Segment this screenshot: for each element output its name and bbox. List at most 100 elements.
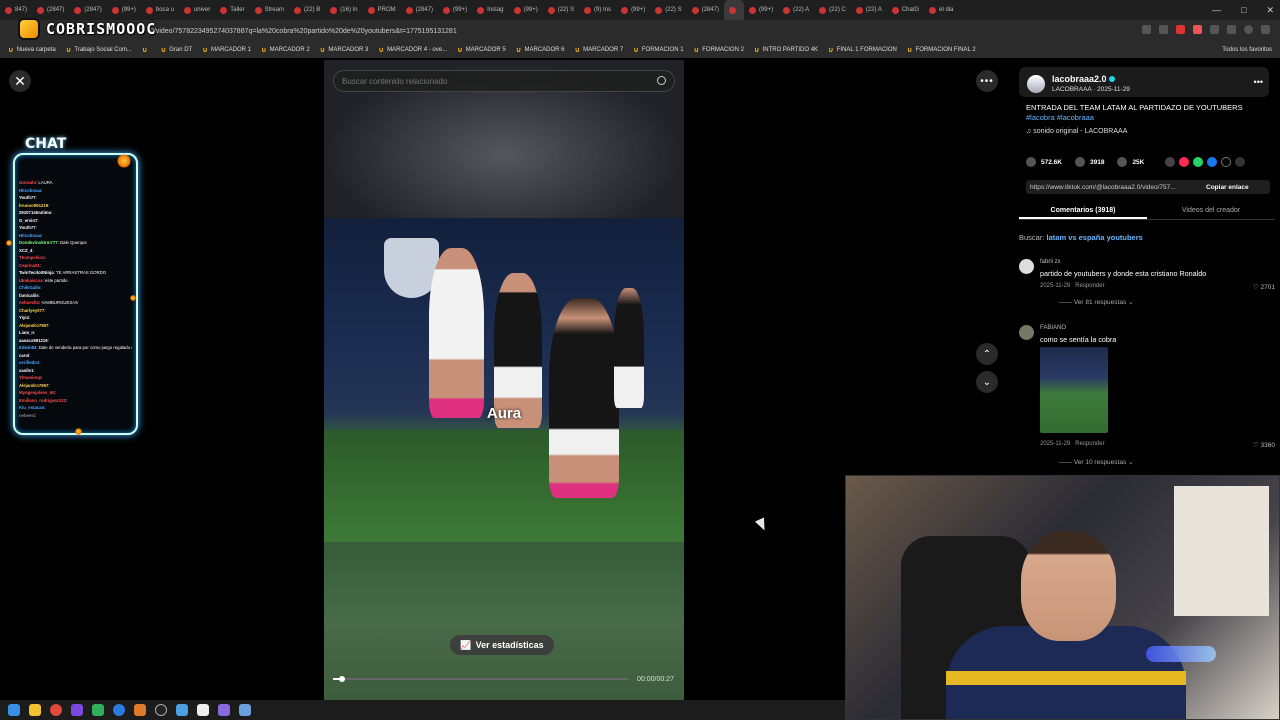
browser-tab[interactable]: (22) S: [543, 0, 579, 20]
app-icon[interactable]: [176, 704, 188, 716]
more-options-button[interactable]: •••: [976, 70, 998, 92]
reply-button[interactable]: Responder: [1075, 283, 1104, 289]
comment-icon[interactable]: [1074, 157, 1085, 167]
search-suggestion-link[interactable]: latam vs españa youtubers: [1047, 233, 1143, 242]
comment-likes[interactable]: ♡ 2701: [1253, 283, 1275, 291]
bookmark-item[interactable]: ∪ MARCADOR 6: [516, 46, 565, 54]
app-icon[interactable]: [113, 704, 125, 716]
download-icon[interactable]: [1227, 25, 1236, 34]
browser-tab[interactable]: (99+): [744, 0, 778, 20]
all-bookmarks[interactable]: Todos los favoritos: [1222, 47, 1272, 53]
window-close-icon[interactable]: ✕: [1266, 5, 1274, 16]
browser-tab[interactable]: el dia: [924, 0, 958, 20]
next-video-button[interactable]: ⌄: [976, 371, 998, 393]
view-stats-button[interactable]: 📈 Ver estadísticas: [450, 635, 554, 655]
browser-tab[interactable]: (22) A: [851, 0, 887, 20]
author-name[interactable]: lacobraaa2.0: [1052, 74, 1107, 84]
bookmark-item[interactable]: ∪ INTRO PARTIDO 4K: [754, 46, 818, 54]
browser-tab[interactable]: (16) In: [325, 0, 362, 20]
browser-tab[interactable]: (22) B: [289, 0, 325, 20]
bookmark-item[interactable]: ∪ FINAL 1 FORMACION: [828, 46, 897, 54]
comment-image[interactable]: [1040, 347, 1108, 433]
previous-video-button[interactable]: ⌃: [976, 343, 998, 365]
bookmark-icon[interactable]: [1117, 157, 1128, 167]
windows-start-icon[interactable]: [8, 704, 20, 716]
author-card[interactable]: lacobraaa2.0 LACOBRAAA · 2025-11-29 •••: [1019, 67, 1269, 97]
post-link[interactable]: https://www.tiktok.com/@lacobraaa2.0/vid…: [1026, 184, 1198, 191]
comment-user[interactable]: fabrii zx: [1040, 259, 1061, 265]
bookmark-item[interactable]: ∪ Nueva carpeta: [8, 46, 56, 54]
share-tiktok-icon[interactable]: [1179, 157, 1190, 167]
whatsapp-icon[interactable]: [1193, 157, 1204, 167]
browser-tab[interactable]: (2847): [401, 0, 438, 20]
tab-comments[interactable]: Comentarios (3918): [1019, 204, 1147, 219]
author-avatar[interactable]: [1027, 75, 1045, 93]
browser-tab[interactable]: 847): [0, 0, 32, 20]
extension-icon[interactable]: [1193, 25, 1202, 34]
browser-tab[interactable]: univer: [179, 0, 215, 20]
browser-tab[interactable]: (2847): [32, 0, 69, 20]
app-icon[interactable]: [218, 704, 230, 716]
browser-tab[interactable]: Taller: [215, 0, 249, 20]
facebook-icon[interactable]: [1207, 157, 1218, 167]
bookmark-item[interactable]: ∪ MARCADOR 7: [574, 46, 623, 54]
browser-tab[interactable]: (22) C: [814, 0, 851, 20]
browser-tab[interactable]: boca u: [141, 0, 179, 20]
embed-icon[interactable]: [1165, 157, 1176, 167]
address-bar[interactable]: 0/video/7578223495274037887q=la%20cobra%…: [0, 20, 1280, 42]
bookmark-item[interactable]: ∪: [142, 46, 151, 54]
comment-likes[interactable]: ♡ 3360: [1253, 441, 1275, 449]
bookmark-item[interactable]: ∪ FORMACION 2: [694, 46, 744, 54]
comment-avatar[interactable]: [1019, 259, 1034, 274]
browser-tab[interactable]: PROM: [363, 0, 401, 20]
close-button[interactable]: ✕: [9, 70, 31, 92]
maximize-icon[interactable]: □: [1241, 5, 1246, 15]
video-progress-bar[interactable]: [333, 676, 628, 682]
browser-tab[interactable]: (99+): [107, 0, 141, 20]
bookmark-item[interactable]: ∪ Trabajo Social Com...: [66, 46, 132, 54]
app-icon[interactable]: [239, 704, 251, 716]
bookmark-item[interactable]: ∪ MARCADOR 3: [320, 46, 369, 54]
comment-user[interactable]: FABIANO: [1040, 325, 1066, 331]
bookmark-item[interactable]: ∪ MARCADOR 4 - ove...: [378, 46, 447, 54]
puzzle-icon[interactable]: [1210, 25, 1219, 34]
author-name-row[interactable]: lacobraaa2.0: [1052, 74, 1115, 84]
app-icon[interactable]: [197, 704, 209, 716]
view-replies-label[interactable]: Ver 81 respuestas: [1074, 299, 1126, 306]
bookmark-item[interactable]: ∪ FORMACION FINAL 2: [907, 46, 976, 54]
browser-tab[interactable]: (9) Ins: [579, 0, 616, 20]
browser-tab[interactable]: (99+): [438, 0, 472, 20]
app-icon[interactable]: [92, 704, 104, 716]
browser-tab[interactable]: Stream: [250, 0, 289, 20]
browser-tab[interactable]: ChatG: [887, 0, 924, 20]
browser-tab[interactable]: (99+): [509, 0, 543, 20]
x-icon[interactable]: [1221, 157, 1232, 167]
related-search-input[interactable]: [342, 76, 642, 86]
search-suggestion[interactable]: Buscar: latam vs españa youtubers: [1019, 233, 1143, 242]
view-replies-button[interactable]: —— Ver 10 respuestas ⌄: [1059, 458, 1133, 466]
app-icon[interactable]: [71, 704, 83, 716]
minimize-icon[interactable]: —: [1212, 5, 1221, 15]
obs-icon[interactable]: [155, 704, 167, 716]
profile-icon[interactable]: [1244, 25, 1253, 34]
author-more-icon[interactable]: •••: [1254, 77, 1263, 87]
extension-icon[interactable]: [1176, 25, 1185, 34]
bookmark-item[interactable]: ∪ MARCADOR 5: [457, 46, 506, 54]
video-player[interactable]: Aura 📈 Ver estadísticas 00:00/00:27: [324, 60, 684, 700]
browser-tab[interactable]: Instag: [472, 0, 508, 20]
menu-icon[interactable]: [1261, 25, 1270, 34]
copy-link-button[interactable]: Copiar enlace: [1198, 184, 1249, 191]
browser-tab[interactable]: (22) A: [778, 0, 814, 20]
install-icon[interactable]: [1142, 25, 1151, 34]
bookmark-item[interactable]: ∪ Gran DT: [161, 46, 193, 54]
heart-icon[interactable]: [1026, 157, 1036, 167]
sound-row[interactable]: ♫ sonido original - LACOBRAAA: [1026, 128, 1127, 135]
chrome-icon[interactable]: [50, 704, 62, 716]
share-icon[interactable]: [1235, 157, 1246, 167]
tab-creator-videos[interactable]: Videos del creador: [1147, 204, 1275, 219]
file-explorer-icon[interactable]: [29, 704, 41, 716]
search-icon[interactable]: [657, 76, 666, 85]
related-search[interactable]: [333, 70, 675, 92]
view-replies-label[interactable]: Ver 10 respuestas: [1074, 459, 1126, 466]
hashtags[interactable]: #lacobra #lacobraaa: [1026, 113, 1266, 123]
